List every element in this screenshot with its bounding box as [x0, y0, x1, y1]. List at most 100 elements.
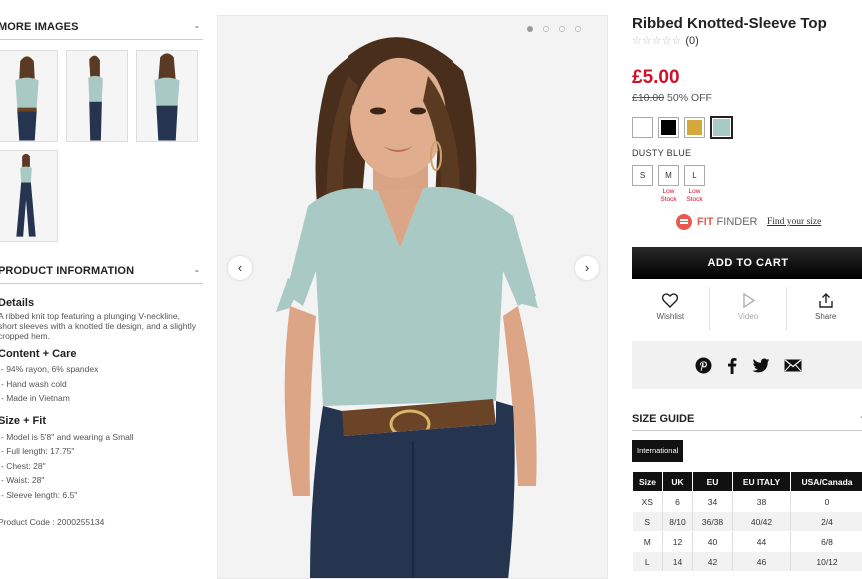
table-cell: 2/4: [790, 511, 862, 532]
table-cell: 8/10: [662, 511, 693, 532]
size-options: S M Low Stock L Low Stock: [632, 165, 705, 204]
discount-label: 50% OFF: [667, 92, 712, 104]
more-images-header[interactable]: MORE IMAGES -: [0, 18, 203, 40]
size-fit-item: - Full length: 17.75": [1, 446, 75, 456]
add-to-cart-button[interactable]: ADD TO CART: [632, 247, 862, 279]
star-rating-icon: ☆☆☆☆☆: [632, 35, 682, 47]
details-text: A ribbed knit top featuring a plunging V…: [0, 311, 196, 341]
column-header: UK: [662, 471, 693, 492]
table-cell: 38: [732, 491, 791, 512]
collapse-icon[interactable]: -: [195, 263, 199, 277]
column-header: Size: [632, 471, 663, 492]
fit-finder-brand-bold: FIT: [697, 216, 714, 228]
size-option: L Low Stock: [684, 165, 705, 204]
left-column: MORE IMAGES - PRODUCT INFORMATION - Deta…: [0, 0, 205, 579]
size-fit-item: - Waist: 28": [1, 475, 45, 485]
current-price: £5.00: [632, 67, 680, 88]
table-cell: 0: [790, 491, 862, 512]
wishlist-button[interactable]: Wishlist: [632, 287, 709, 331]
low-stock-note: Low Stock: [660, 188, 677, 203]
table-cell: L: [632, 551, 663, 572]
content-care-item: - Made in Vietnam: [1, 393, 70, 403]
column-header: EU: [692, 471, 733, 492]
table-cell: 10/12: [790, 551, 862, 572]
thumbnail-full-length-image: [0, 151, 57, 241]
wishlist-label: Wishlist: [656, 312, 685, 321]
table-row: XS 6 34 38 0: [632, 491, 862, 512]
size-option: M Low Stock: [658, 165, 679, 204]
video-label: Video: [737, 312, 759, 321]
table-cell: 6: [662, 491, 693, 512]
table-cell: 36/38: [692, 511, 733, 532]
main-product-image: ‹ ›: [217, 15, 608, 579]
find-your-size-link[interactable]: Find your size: [767, 217, 821, 227]
thumbnail-back[interactable]: [136, 50, 198, 142]
carousel-next-icon[interactable]: ›: [575, 256, 599, 280]
share-label: Share: [815, 312, 837, 321]
content-care-heading: Content + Care: [0, 348, 77, 360]
fit-finder[interactable]: FIT FINDER: [676, 214, 758, 230]
color-swatch-dusty-blue[interactable]: [710, 116, 733, 139]
table-cell: 42: [692, 551, 733, 572]
size-button-l[interactable]: L: [684, 165, 705, 186]
thumbnail-front-image: [0, 51, 57, 141]
product-code: Product Code : 2000255134: [0, 517, 105, 527]
table-cell: 14: [662, 551, 693, 572]
table-row: S 8/10 36/38 40/42 2/4: [632, 511, 862, 532]
low-stock-note: Low Stock: [686, 188, 703, 203]
color-swatch-black[interactable]: [658, 117, 679, 138]
table-cell: 6/8: [790, 531, 862, 552]
content-care-item: - Hand wash cold: [1, 379, 67, 389]
rating[interactable]: ☆☆☆☆☆ (0): [632, 34, 699, 48]
more-images-label: MORE IMAGES: [0, 21, 79, 33]
color-swatch-white[interactable]: [632, 117, 653, 138]
swatch-fill: [635, 120, 650, 135]
table-header-row: Size UK EU EU ITALY USA/Canada: [632, 471, 862, 492]
carousel-dot[interactable]: [527, 26, 533, 32]
social-share-bar: [632, 341, 862, 389]
size-option: S: [632, 165, 653, 204]
review-count: (0): [685, 34, 699, 47]
size-button-s[interactable]: S: [632, 165, 653, 186]
color-swatches: [632, 116, 733, 139]
table-cell: 46: [732, 551, 791, 572]
color-swatch-mustard[interactable]: [684, 117, 705, 138]
size-fit-item: - Sleeve length: 6.5": [1, 490, 78, 500]
pinterest-icon[interactable]: [695, 357, 712, 374]
table-cell: XS: [632, 491, 663, 512]
fit-finder-brand: FIT FINDER: [697, 216, 758, 228]
original-price: £10.00: [632, 92, 665, 104]
swatch-fill: [661, 120, 676, 135]
fit-finder-brand-rest: FINDER: [713, 216, 758, 228]
heart-icon: [662, 293, 679, 308]
size-fit-heading: Size + Fit: [0, 415, 46, 427]
thumbnail-full-length[interactable]: [0, 150, 58, 242]
tab-international[interactable]: International: [632, 440, 684, 462]
carousel-dot[interactable]: [543, 26, 549, 32]
column-header: USA/Canada: [790, 471, 862, 492]
thumbnail-side[interactable]: [66, 50, 128, 142]
fit-finder-logo-icon: [676, 214, 692, 230]
thumbnail-front[interactable]: [0, 50, 58, 142]
size-guide-table: Size UK EU EU ITALY USA/Canada XS 6 34 3…: [632, 471, 862, 572]
column-header: EU ITALY: [732, 471, 791, 492]
carousel-dots: [527, 26, 581, 32]
product-info-header[interactable]: PRODUCT INFORMATION -: [0, 262, 203, 284]
selected-color-name: DUSTY BLUE: [632, 148, 692, 158]
size-button-m[interactable]: M: [658, 165, 679, 186]
collapse-icon[interactable]: -: [195, 19, 199, 33]
content-care-item: - 94% rayon, 6% spandex: [1, 364, 99, 374]
twitter-icon[interactable]: [751, 358, 770, 373]
carousel-dot[interactable]: [559, 26, 565, 32]
product-actions: Wishlist Video Share: [632, 287, 862, 331]
carousel-dot[interactable]: [575, 26, 581, 32]
facebook-icon[interactable]: [726, 357, 738, 374]
thumbnail-side-image: [67, 51, 127, 141]
size-fit-item: - Chest: 28": [1, 461, 46, 471]
share-icon: [818, 293, 833, 308]
video-button[interactable]: Video: [708, 287, 787, 331]
share-button[interactable]: Share: [786, 287, 862, 331]
carousel-prev-icon[interactable]: ‹: [228, 256, 252, 280]
size-guide-header[interactable]: SIZE GUIDE -: [632, 407, 862, 431]
email-icon[interactable]: [784, 358, 802, 372]
